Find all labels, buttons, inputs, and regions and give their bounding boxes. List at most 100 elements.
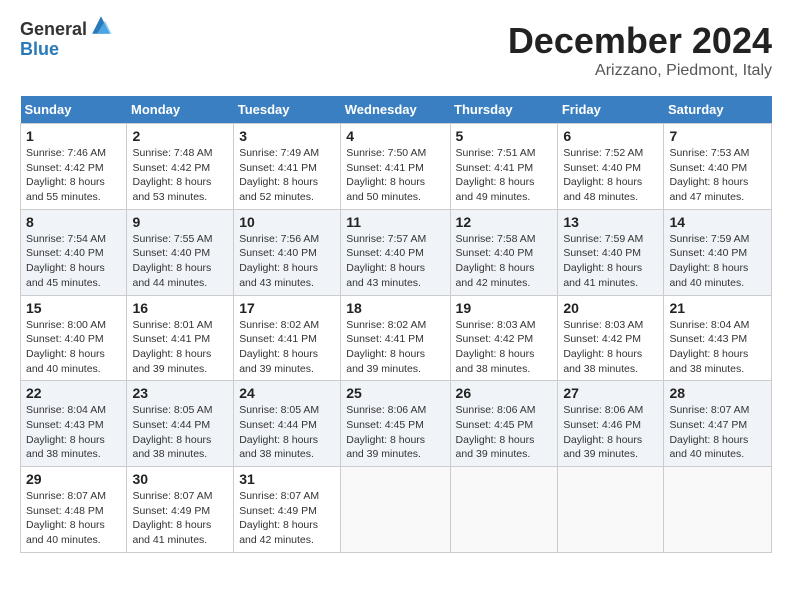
day-info: Sunrise: 7:50 AM Sunset: 4:41 PM Dayligh… <box>346 146 444 205</box>
day-info: Sunrise: 7:49 AM Sunset: 4:41 PM Dayligh… <box>239 146 335 205</box>
day-number: 22 <box>26 385 121 401</box>
col-header-tuesday: Tuesday <box>234 96 341 124</box>
day-info: Sunrise: 7:56 AM Sunset: 4:40 PM Dayligh… <box>239 232 335 291</box>
day-number: 29 <box>26 471 121 487</box>
day-number: 21 <box>669 300 766 316</box>
day-number: 25 <box>346 385 444 401</box>
day-number: 3 <box>239 128 335 144</box>
day-number: 31 <box>239 471 335 487</box>
day-cell: 24 Sunrise: 8:05 AM Sunset: 4:44 PM Dayl… <box>234 381 341 467</box>
day-cell: 27 Sunrise: 8:06 AM Sunset: 4:46 PM Dayl… <box>558 381 664 467</box>
day-cell <box>558 467 664 553</box>
day-cell: 5 Sunrise: 7:51 AM Sunset: 4:41 PM Dayli… <box>450 124 558 210</box>
day-cell: 6 Sunrise: 7:52 AM Sunset: 4:40 PM Dayli… <box>558 124 664 210</box>
location: Arizzano, Piedmont, Italy <box>508 62 772 80</box>
day-info: Sunrise: 7:57 AM Sunset: 4:40 PM Dayligh… <box>346 232 444 291</box>
col-header-thursday: Thursday <box>450 96 558 124</box>
day-info: Sunrise: 8:01 AM Sunset: 4:41 PM Dayligh… <box>132 318 228 377</box>
day-info: Sunrise: 8:03 AM Sunset: 4:42 PM Dayligh… <box>456 318 553 377</box>
day-cell: 12 Sunrise: 7:58 AM Sunset: 4:40 PM Dayl… <box>450 209 558 295</box>
day-info: Sunrise: 8:04 AM Sunset: 4:43 PM Dayligh… <box>669 318 766 377</box>
day-number: 27 <box>563 385 658 401</box>
day-cell: 9 Sunrise: 7:55 AM Sunset: 4:40 PM Dayli… <box>127 209 234 295</box>
week-row-5: 29 Sunrise: 8:07 AM Sunset: 4:48 PM Dayl… <box>21 467 772 553</box>
day-info: Sunrise: 7:52 AM Sunset: 4:40 PM Dayligh… <box>563 146 658 205</box>
month-title: December 2024 <box>508 20 772 62</box>
day-cell: 2 Sunrise: 7:48 AM Sunset: 4:42 PM Dayli… <box>127 124 234 210</box>
day-number: 9 <box>132 214 228 230</box>
day-info: Sunrise: 8:07 AM Sunset: 4:48 PM Dayligh… <box>26 489 121 548</box>
day-cell: 10 Sunrise: 7:56 AM Sunset: 4:40 PM Dayl… <box>234 209 341 295</box>
day-cell <box>450 467 558 553</box>
logo-general: General <box>20 20 87 40</box>
calendar-body: 1 Sunrise: 7:46 AM Sunset: 4:42 PM Dayli… <box>21 124 772 553</box>
day-number: 4 <box>346 128 444 144</box>
day-cell: 14 Sunrise: 7:59 AM Sunset: 4:40 PM Dayl… <box>664 209 772 295</box>
page-header: General Blue December 2024 Arizzano, Pie… <box>20 20 772 80</box>
week-row-1: 1 Sunrise: 7:46 AM Sunset: 4:42 PM Dayli… <box>21 124 772 210</box>
col-header-friday: Friday <box>558 96 664 124</box>
day-number: 23 <box>132 385 228 401</box>
day-cell <box>341 467 450 553</box>
day-number: 7 <box>669 128 766 144</box>
day-cell: 29 Sunrise: 8:07 AM Sunset: 4:48 PM Dayl… <box>21 467 127 553</box>
day-number: 19 <box>456 300 553 316</box>
day-cell: 18 Sunrise: 8:02 AM Sunset: 4:41 PM Dayl… <box>341 295 450 381</box>
day-number: 28 <box>669 385 766 401</box>
day-cell: 8 Sunrise: 7:54 AM Sunset: 4:40 PM Dayli… <box>21 209 127 295</box>
logo-text: General Blue <box>20 20 113 60</box>
day-info: Sunrise: 8:02 AM Sunset: 4:41 PM Dayligh… <box>239 318 335 377</box>
day-info: Sunrise: 8:07 AM Sunset: 4:49 PM Dayligh… <box>239 489 335 548</box>
day-info: Sunrise: 8:04 AM Sunset: 4:43 PM Dayligh… <box>26 403 121 462</box>
day-info: Sunrise: 7:59 AM Sunset: 4:40 PM Dayligh… <box>563 232 658 291</box>
day-number: 11 <box>346 214 444 230</box>
day-number: 14 <box>669 214 766 230</box>
day-info: Sunrise: 8:00 AM Sunset: 4:40 PM Dayligh… <box>26 318 121 377</box>
week-row-2: 8 Sunrise: 7:54 AM Sunset: 4:40 PM Dayli… <box>21 209 772 295</box>
day-number: 12 <box>456 214 553 230</box>
day-cell: 7 Sunrise: 7:53 AM Sunset: 4:40 PM Dayli… <box>664 124 772 210</box>
day-number: 1 <box>26 128 121 144</box>
day-cell: 21 Sunrise: 8:04 AM Sunset: 4:43 PM Dayl… <box>664 295 772 381</box>
day-info: Sunrise: 8:07 AM Sunset: 4:49 PM Dayligh… <box>132 489 228 548</box>
header-row: SundayMondayTuesdayWednesdayThursdayFrid… <box>21 96 772 124</box>
day-cell: 26 Sunrise: 8:06 AM Sunset: 4:45 PM Dayl… <box>450 381 558 467</box>
day-cell: 17 Sunrise: 8:02 AM Sunset: 4:41 PM Dayl… <box>234 295 341 381</box>
calendar: SundayMondayTuesdayWednesdayThursdayFrid… <box>20 96 772 553</box>
col-header-saturday: Saturday <box>664 96 772 124</box>
day-number: 2 <box>132 128 228 144</box>
day-info: Sunrise: 8:02 AM Sunset: 4:41 PM Dayligh… <box>346 318 444 377</box>
day-info: Sunrise: 7:58 AM Sunset: 4:40 PM Dayligh… <box>456 232 553 291</box>
day-number: 30 <box>132 471 228 487</box>
logo-icon <box>89 13 113 37</box>
col-header-sunday: Sunday <box>21 96 127 124</box>
day-info: Sunrise: 7:51 AM Sunset: 4:41 PM Dayligh… <box>456 146 553 205</box>
day-cell: 11 Sunrise: 7:57 AM Sunset: 4:40 PM Dayl… <box>341 209 450 295</box>
day-number: 20 <box>563 300 658 316</box>
col-header-wednesday: Wednesday <box>341 96 450 124</box>
day-number: 5 <box>456 128 553 144</box>
day-info: Sunrise: 8:07 AM Sunset: 4:47 PM Dayligh… <box>669 403 766 462</box>
week-row-3: 15 Sunrise: 8:00 AM Sunset: 4:40 PM Dayl… <box>21 295 772 381</box>
day-info: Sunrise: 8:05 AM Sunset: 4:44 PM Dayligh… <box>239 403 335 462</box>
day-cell: 30 Sunrise: 8:07 AM Sunset: 4:49 PM Dayl… <box>127 467 234 553</box>
day-cell: 20 Sunrise: 8:03 AM Sunset: 4:42 PM Dayl… <box>558 295 664 381</box>
day-info: Sunrise: 7:53 AM Sunset: 4:40 PM Dayligh… <box>669 146 766 205</box>
day-cell <box>664 467 772 553</box>
day-number: 6 <box>563 128 658 144</box>
day-number: 13 <box>563 214 658 230</box>
col-header-monday: Monday <box>127 96 234 124</box>
day-cell: 31 Sunrise: 8:07 AM Sunset: 4:49 PM Dayl… <box>234 467 341 553</box>
day-number: 24 <box>239 385 335 401</box>
week-row-4: 22 Sunrise: 8:04 AM Sunset: 4:43 PM Dayl… <box>21 381 772 467</box>
day-cell: 22 Sunrise: 8:04 AM Sunset: 4:43 PM Dayl… <box>21 381 127 467</box>
day-info: Sunrise: 8:06 AM Sunset: 4:46 PM Dayligh… <box>563 403 658 462</box>
day-info: Sunrise: 8:05 AM Sunset: 4:44 PM Dayligh… <box>132 403 228 462</box>
day-cell: 28 Sunrise: 8:07 AM Sunset: 4:47 PM Dayl… <box>664 381 772 467</box>
day-info: Sunrise: 7:48 AM Sunset: 4:42 PM Dayligh… <box>132 146 228 205</box>
day-cell: 19 Sunrise: 8:03 AM Sunset: 4:42 PM Dayl… <box>450 295 558 381</box>
logo-blue: Blue <box>20 40 113 60</box>
day-number: 17 <box>239 300 335 316</box>
day-number: 8 <box>26 214 121 230</box>
day-cell: 3 Sunrise: 7:49 AM Sunset: 4:41 PM Dayli… <box>234 124 341 210</box>
